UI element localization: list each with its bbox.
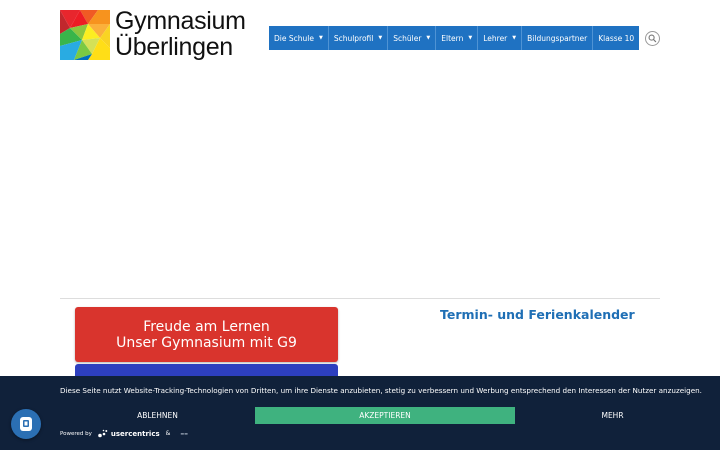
partner-logo-icon: ▬▬ [180,431,188,436]
caret-down-icon: ▼ [318,35,323,41]
logo-line-1: Gymnasium [115,7,246,35]
usercentrics-brand: usercentrics [110,429,160,438]
nav-item-eltern[interactable]: Eltern ▼ [436,26,479,50]
privacy-settings-icon [20,417,32,431]
cookie-consent-banner: Diese Seite nutzt Website-Tracking-Techn… [0,376,720,450]
nav-item-label: Lehrer [483,33,508,43]
content-divider [60,298,660,299]
page: Gymnasium Überlingen Die Schule ▼ Schulp… [0,0,720,450]
promo-line-1: Freude am Lernen [143,319,270,335]
nav-item-label: Bildungspartner [527,33,588,43]
calendar-heading: Termin- und Ferienkalender [440,307,635,322]
promo-line-2: Unser Gymnasium mit G9 [116,335,297,351]
nav-item-label: Eltern [441,33,464,43]
privacy-settings-button[interactable] [11,409,41,439]
nav-item-label: Klasse 10 [598,33,635,43]
nav-item-label: Schulprofil [333,33,374,43]
caret-down-icon: ▼ [426,35,431,41]
ampersand: & [165,430,171,437]
nav-item-bildungspartner[interactable]: Bildungspartner [522,26,594,50]
powered-by: Powered by usercentrics & ▬▬ [60,429,188,438]
powered-by-label: Powered by [60,430,92,437]
nav-item-die-schule[interactable]: Die Schule ▼ [269,26,329,50]
deny-cookies-button[interactable]: ABLEHNEN [60,407,255,424]
usercentrics-dots-icon [98,429,108,438]
nav-item-schulprofil[interactable]: Schulprofil ▼ [329,26,389,50]
logo-polygon-icon [60,10,110,60]
nav-item-schueler[interactable]: Schüler ▼ [388,26,437,50]
caret-down-icon: ▼ [512,35,517,41]
nav-item-label: Schüler [393,33,422,43]
logo-wordmark: Gymnasium Überlingen [115,8,246,60]
caret-down-icon: ▼ [468,35,473,41]
cookie-consent-text: Diese Seite nutzt Website-Tracking-Techn… [60,386,702,395]
logo-line-2: Überlingen [115,33,233,61]
more-info-button[interactable]: MEHR [515,407,710,424]
nav-item-label: Die Schule [274,33,314,43]
search-button[interactable] [645,31,660,46]
site-logo[interactable]: Gymnasium Überlingen [60,8,246,60]
search-icon [648,34,657,43]
nav-item-lehrer[interactable]: Lehrer ▼ [478,26,523,50]
accept-cookies-button[interactable]: AKZEPTIEREN [255,407,515,424]
usercentrics-logo[interactable]: usercentrics [98,429,160,438]
nav-item-klasse-10[interactable]: Klasse 10 [593,26,639,50]
caret-down-icon: ▼ [378,35,383,41]
main-navigation: Die Schule ▼ Schulprofil ▼ Schüler ▼ Elt… [269,26,640,50]
g9-promo-button[interactable]: Freude am Lernen Unser Gymnasium mit G9 [75,307,338,362]
